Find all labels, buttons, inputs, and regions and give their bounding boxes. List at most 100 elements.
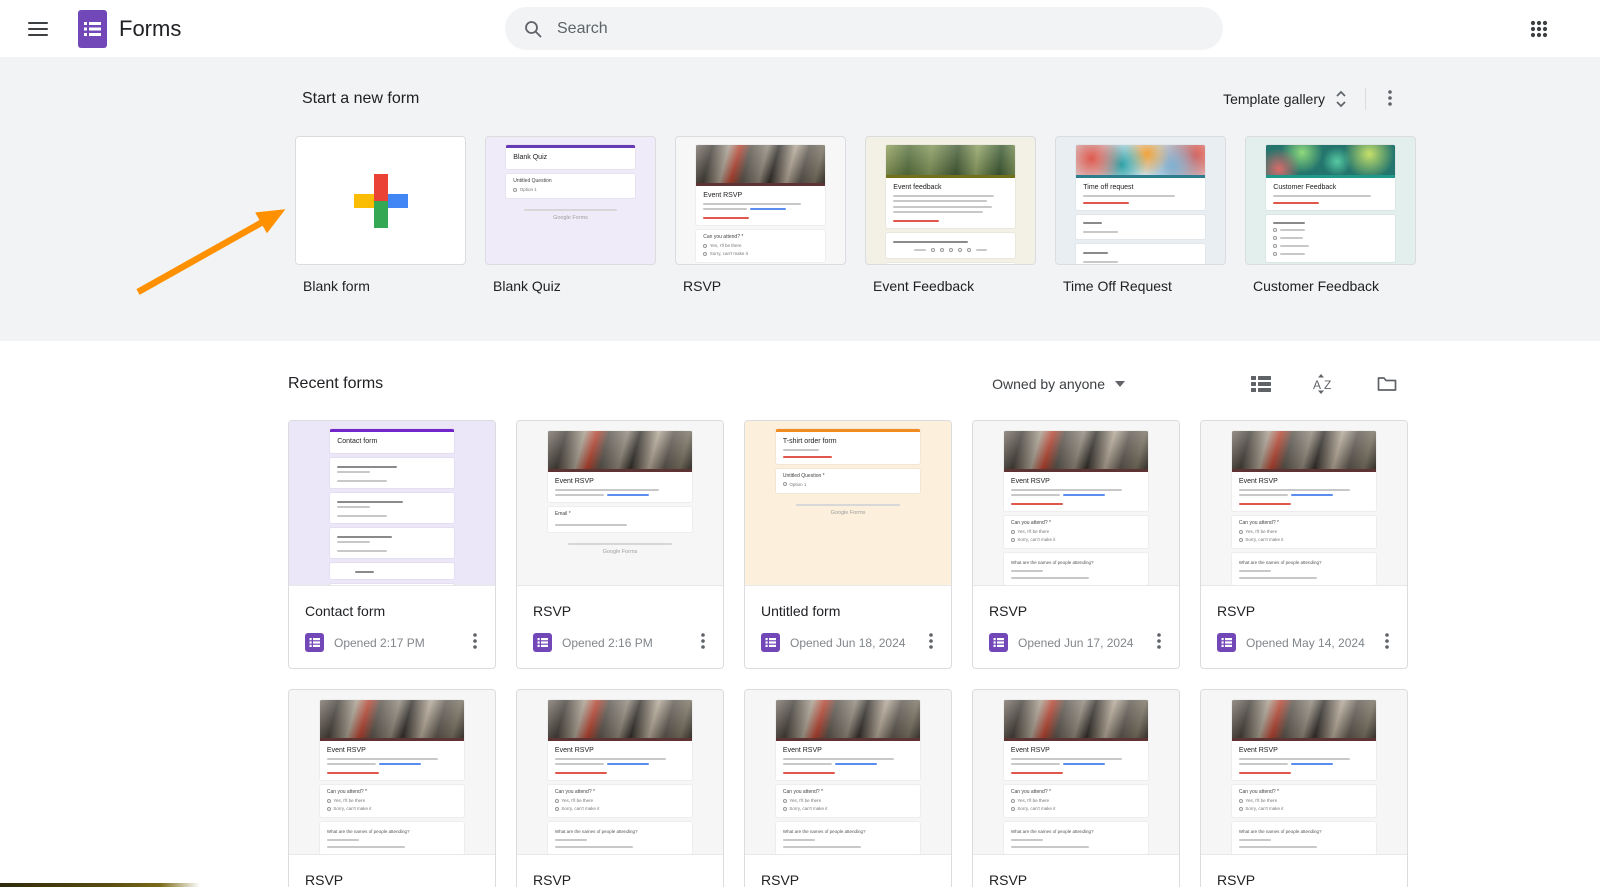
- preview-question: What are the names of people attending?: [1010, 560, 1094, 565]
- more-vert-icon: [701, 633, 705, 649]
- template-label: Time Off Request: [1063, 278, 1172, 294]
- preview-title: Event RSVP: [1010, 478, 1050, 485]
- radio-icon: [1273, 236, 1278, 240]
- template-card-event-feedback[interactable]: Event feedback: [865, 136, 1036, 265]
- card-menu-button[interactable]: [1149, 629, 1169, 656]
- option-label: Yes, I'll be there: [1245, 529, 1278, 534]
- forms-file-icon: [1217, 633, 1236, 652]
- form-card[interactable]: Event RSVP Can you attend? * Yes, I'll b…: [744, 689, 952, 887]
- form-card[interactable]: Event RSVP Email * Google Forms RSVP Ope…: [516, 420, 724, 669]
- more-vert-icon: [929, 633, 933, 649]
- template-gallery-button[interactable]: Template gallery: [1219, 84, 1351, 114]
- card-menu-button[interactable]: [1377, 629, 1397, 656]
- template-label: Event Feedback: [873, 278, 975, 294]
- preview-question: Can you attend? *: [554, 789, 595, 795]
- radio-icon: [554, 798, 559, 803]
- preview-title: Contact form: [337, 438, 378, 445]
- more-vert-icon: [1157, 633, 1161, 649]
- preview-title: Event RSVP: [1238, 747, 1278, 754]
- apps-grid-button[interactable]: [1522, 12, 1556, 46]
- svg-text:Z: Z: [1324, 378, 1331, 392]
- form-preview: Event RSVP Can you attend? * Yes, I'll b…: [1201, 421, 1407, 586]
- form-title: RSVP: [989, 872, 1028, 887]
- search-bar[interactable]: [505, 7, 1223, 50]
- template-card-rsvp[interactable]: Event RSVP Can you attend? * Yes, I'll b…: [675, 136, 846, 265]
- form-card[interactable]: Event RSVP Can you attend? * Yes, I'll b…: [288, 689, 496, 887]
- list-view-button[interactable]: [1243, 368, 1279, 400]
- event-photo: [1231, 700, 1377, 738]
- form-card[interactable]: T-shirt order form Untitled Question * O…: [744, 420, 952, 669]
- templates-section: Start a new form Template gallery Blank …: [0, 57, 1600, 341]
- opened-label: Opened Jun 18, 2024: [790, 635, 906, 650]
- template-card-customer-feedback[interactable]: Customer Feedback: [1245, 136, 1416, 265]
- radio-icon: [1010, 529, 1015, 534]
- celebration-illustration: [1266, 145, 1395, 175]
- option-label: Yes, I'll be there: [561, 798, 594, 803]
- form-preview: Event RSVP Email * Google Forms: [517, 421, 723, 586]
- folder-button[interactable]: [1369, 368, 1405, 400]
- form-title: Contact form: [305, 603, 386, 619]
- form-title: Untitled form: [761, 603, 841, 619]
- form-card[interactable]: Contact form Contact form Opened 2:17 PM: [288, 420, 496, 669]
- template-card-time-off-request[interactable]: Time off request: [1055, 136, 1226, 265]
- radio-icon: [1273, 252, 1278, 256]
- watercolor-photo: [1076, 145, 1205, 175]
- radio-icon: [703, 251, 708, 256]
- preview-question: Can you attend? *: [1238, 789, 1279, 795]
- main-menu-button[interactable]: [20, 14, 56, 44]
- search-input[interactable]: [557, 19, 1205, 38]
- form-preview: Event RSVP Can you attend? * Yes, I'll b…: [973, 421, 1179, 586]
- more-vert-icon: [1388, 89, 1392, 106]
- app-title: Forms: [119, 15, 182, 41]
- option-label: Sorry, can't make it: [1017, 806, 1056, 811]
- template-label: Customer Feedback: [1253, 278, 1380, 294]
- form-title: RSVP: [1217, 872, 1256, 887]
- park-photo: [886, 145, 1015, 175]
- preview-title: Event RSVP: [782, 747, 822, 754]
- forms-file-icon: [305, 633, 324, 652]
- preview-question: Can you attend? *: [1010, 789, 1051, 795]
- preview-field-label: Email *: [554, 511, 571, 517]
- more-vert-icon: [473, 633, 477, 649]
- sort-az-icon: AZ: [1313, 374, 1331, 394]
- option-label: Sorry, can't make it: [789, 806, 828, 811]
- owned-by-filter[interactable]: Owned by anyone: [990, 370, 1127, 398]
- forms-logo-icon[interactable]: [78, 9, 107, 48]
- more-options-button[interactable]: [1380, 86, 1400, 113]
- form-title: RSVP: [533, 872, 572, 887]
- preview-title: Customer Feedback: [1273, 184, 1337, 191]
- preview-title: Event RSVP: [554, 747, 594, 754]
- annotation-arrow-icon: [130, 205, 295, 300]
- preview-question: What are the names of people attending?: [326, 829, 410, 834]
- option-label: Sorry, can't make it: [1017, 537, 1056, 542]
- google-forms-brand: Google Forms: [602, 549, 638, 555]
- form-title: RSVP: [533, 603, 572, 619]
- more-vert-icon: [1385, 633, 1389, 649]
- option-label: Sorry, can't make it: [561, 806, 600, 811]
- form-card[interactable]: Event RSVP Can you attend? * Yes, I'll b…: [972, 689, 1180, 887]
- event-photo: [547, 431, 693, 469]
- form-preview: Event RSVP Can you attend? * Yes, I'll b…: [1201, 690, 1407, 855]
- search-icon: [525, 20, 542, 38]
- template-card-blank-quiz[interactable]: Blank Quiz Untitled Question Option 1 Go…: [485, 136, 656, 265]
- card-menu-button[interactable]: [921, 629, 941, 656]
- form-card[interactable]: Event RSVP Can you attend? * Yes, I'll b…: [972, 420, 1180, 669]
- card-menu-button[interactable]: [465, 629, 485, 656]
- option-label: Sorry, can't make it: [1245, 537, 1284, 542]
- form-preview: Event RSVP Can you attend? * Yes, I'll b…: [517, 690, 723, 855]
- opened-label: Opened May 14, 2024: [1246, 635, 1365, 650]
- form-card[interactable]: Event RSVP Can you attend? * Yes, I'll b…: [1200, 689, 1408, 887]
- radio-icon: [1273, 228, 1278, 232]
- sort-button[interactable]: AZ: [1305, 366, 1343, 402]
- form-card[interactable]: Event RSVP Can you attend? * Yes, I'll b…: [516, 689, 724, 887]
- option-label: Sorry, can't make it: [1245, 806, 1284, 811]
- forms-file-icon: [989, 633, 1008, 652]
- form-card[interactable]: Event RSVP Can you attend? * Yes, I'll b…: [1200, 420, 1408, 669]
- form-title: RSVP: [989, 603, 1028, 619]
- option-label: Yes, I'll be there: [709, 243, 742, 248]
- radio-icon: [1010, 798, 1015, 803]
- option-label: Option 1: [789, 481, 807, 487]
- card-menu-button[interactable]: [693, 629, 713, 656]
- screenshot-artifact: [0, 883, 200, 887]
- template-card-blank-form[interactable]: [295, 136, 466, 265]
